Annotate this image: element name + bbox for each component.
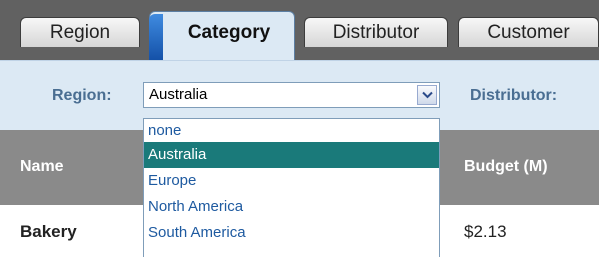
dropdown-option[interactable]: none bbox=[144, 119, 439, 142]
chevron-down-icon[interactable] bbox=[417, 85, 437, 105]
dropdown-option-selected[interactable]: Australia bbox=[144, 142, 439, 168]
distributor-label: Distributor: bbox=[470, 87, 558, 104]
cell-name: Bakery bbox=[20, 222, 77, 241]
tab-label: Distributor bbox=[332, 21, 420, 43]
tab-strip: Region Distributor Customer Category bbox=[0, 0, 599, 60]
region-dropdown-list: none Australia Europe North America Sout… bbox=[143, 118, 440, 257]
cell-budget: $2.13 bbox=[464, 222, 507, 241]
dropdown-option[interactable]: North America bbox=[144, 194, 439, 220]
tab-label: Region bbox=[49, 21, 111, 43]
region-select-value: Australia bbox=[149, 86, 208, 103]
tab-category[interactable]: Category bbox=[149, 11, 295, 60]
tab-customer[interactable]: Customer bbox=[458, 17, 599, 47]
dropdown-option[interactable]: South America bbox=[144, 220, 439, 246]
region-select[interactable]: Australia bbox=[143, 82, 440, 108]
tab-distributor[interactable]: Distributor bbox=[304, 17, 448, 47]
region-label: Region: bbox=[52, 87, 112, 104]
dropdown-option[interactable]: Europe bbox=[144, 168, 439, 194]
chevron-down-glyph bbox=[421, 91, 433, 99]
column-header-budget[interactable]: Budget (M) bbox=[464, 158, 548, 176]
tab-label: Category bbox=[187, 22, 271, 43]
column-header-name[interactable]: Name bbox=[20, 158, 64, 176]
tab-region[interactable]: Region bbox=[20, 17, 140, 47]
tab-label: Customer bbox=[487, 21, 570, 43]
